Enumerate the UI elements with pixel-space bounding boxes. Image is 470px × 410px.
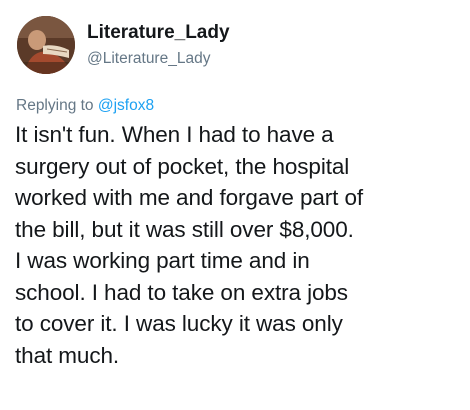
reply-mention-link[interactable]: @jsfox8	[98, 97, 154, 114]
user-handle[interactable]: @Literature_Lady	[87, 48, 230, 70]
avatar[interactable]	[17, 16, 75, 74]
tweet-text-line: surgery out of pocket, the hospital	[15, 153, 350, 179]
tweet-text-line: It isn't fun. When I had to have a	[15, 122, 334, 147]
replying-to-line: Replying to @jsfox8	[16, 96, 154, 116]
profile-photo-icon	[17, 16, 75, 74]
tweet-header: Literature_Lady @Literature_Lady	[17, 16, 230, 74]
tweet-text-line: I was working part time and in	[15, 248, 310, 273]
author-names: Literature_Lady @Literature_Lady	[87, 21, 230, 70]
tweet-text-line: that much.	[15, 342, 120, 368]
tweet-text-line: to cover it. I was lucky it was only	[15, 311, 343, 336]
replying-to-label: Replying to	[16, 97, 94, 114]
tweet-text-line: the bill, but it was still over $8,000.	[15, 216, 354, 242]
tweet-text: It isn't fun. When I had to have a surge…	[15, 119, 463, 371]
tweet-text-line: worked with me and forgave part of	[15, 185, 364, 210]
tweet-text-line: school. I had to take on extra jobs	[15, 279, 348, 305]
tweet-card: Literature_Lady @Literature_Lady Replyin…	[0, 0, 470, 410]
display-name[interactable]: Literature_Lady	[87, 21, 230, 45]
